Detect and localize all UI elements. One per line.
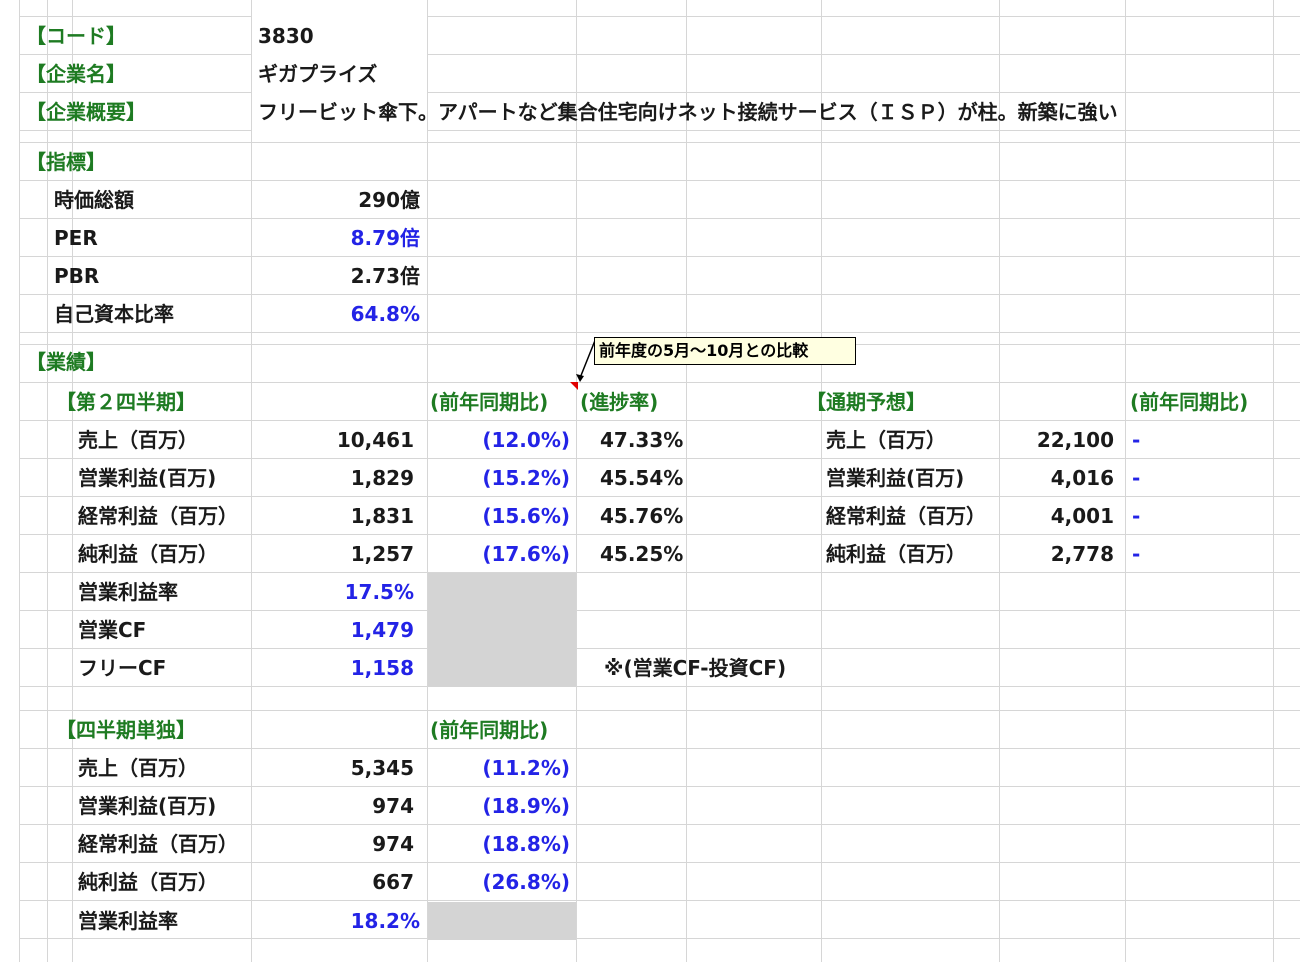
q2-extra-value[interactable]: 1,158 <box>252 649 414 687</box>
grid-row-line <box>19 218 1300 219</box>
forecast-row-label[interactable]: 経常利益（百万） <box>826 497 986 535</box>
indicators-title[interactable]: 【指標】 <box>26 143 106 181</box>
indicator-label[interactable]: PER <box>54 219 98 257</box>
q2-row-value[interactable]: 1,257 <box>252 535 414 573</box>
grid-column-line <box>1125 0 1126 962</box>
shaded-cell <box>428 902 576 940</box>
q2-row-value[interactable]: 1,829 <box>252 459 414 497</box>
forecast-row-yoy[interactable]: - <box>1132 497 1140 535</box>
q2-extra-label[interactable]: フリーCF <box>78 649 166 687</box>
grid-row-line <box>19 294 1300 295</box>
quarter-yoy-header[interactable]: (前年同期比) <box>430 711 548 749</box>
grid-row-line <box>19 938 1300 939</box>
indicator-label[interactable]: 自己資本比率 <box>54 295 174 333</box>
indicator-value[interactable]: 8.79倍 <box>252 219 420 257</box>
overview-label[interactable]: 【企業概要】 <box>26 93 146 131</box>
q2-extra-label[interactable]: 営業CF <box>78 611 146 649</box>
forecast-row-label[interactable]: 営業利益(百万) <box>826 459 964 497</box>
indicator-value[interactable]: 290億 <box>252 181 420 219</box>
q2-row-value[interactable]: 10,461 <box>252 421 414 459</box>
quarter-row-value[interactable]: 974 <box>252 787 414 825</box>
indicator-value[interactable]: 64.8% <box>252 295 420 333</box>
quarter-row-value[interactable]: 667 <box>252 863 414 901</box>
grid-row-line <box>19 332 1300 333</box>
shaded-cell <box>428 573 576 687</box>
q2-row-progress[interactable]: 45.76% <box>600 497 683 535</box>
forecast-row-value[interactable]: 2,778 <box>1000 535 1114 573</box>
q2-title[interactable]: 【第２四半期】 <box>56 383 196 421</box>
q2-extra-value[interactable]: 17.5% <box>252 573 414 611</box>
company-label[interactable]: 【企業名】 <box>26 55 126 93</box>
grid-row-line <box>19 748 1300 749</box>
grid-row-line <box>19 382 1300 383</box>
quarter-row-yoy[interactable]: (11.2%) <box>428 749 570 787</box>
q2-extra-value[interactable]: 1,479 <box>252 611 414 649</box>
grid-row-line <box>19 180 1300 181</box>
forecast-yoy-header[interactable]: (前年同期比) <box>1130 383 1248 421</box>
quarter-row-label[interactable]: 経常利益（百万） <box>78 825 238 863</box>
q2-row-value[interactable]: 1,831 <box>252 497 414 535</box>
forecast-row-value[interactable]: 4,016 <box>1000 459 1114 497</box>
q2-row-yoy[interactable]: (15.6%) <box>428 497 570 535</box>
forecast-title[interactable]: 【通期予想】 <box>806 383 926 421</box>
q2-row-yoy[interactable]: (17.6%) <box>428 535 570 573</box>
grid-row-line <box>427 54 1300 55</box>
quarter-row-value[interactable]: 5,345 <box>252 749 414 787</box>
code-value[interactable]: 3830 <box>258 17 314 55</box>
comment-indicator-icon <box>570 382 578 390</box>
grid-row-line <box>19 142 1300 143</box>
spreadsheet-grid[interactable]: 【コード】 3830 【企業名】 ギガプライズ 【企業概要】 フリービット傘下。… <box>0 0 1300 962</box>
quarter-title[interactable]: 【四半期単独】 <box>56 711 196 749</box>
quarter-row-yoy[interactable]: (18.8%) <box>428 825 570 863</box>
code-label[interactable]: 【コード】 <box>26 17 126 55</box>
grid-column-line <box>19 0 20 962</box>
q2-row-yoy[interactable]: (12.0%) <box>428 421 570 459</box>
grid-column-line <box>686 0 687 962</box>
q2-row-label[interactable]: 経常利益（百万） <box>78 497 238 535</box>
quarter-row-label[interactable]: 売上（百万） <box>78 749 198 787</box>
grid-column-line <box>576 0 577 962</box>
quarter-margin-value[interactable]: 18.2% <box>252 902 420 940</box>
forecast-row-label[interactable]: 純利益（百万） <box>826 535 966 573</box>
quarter-row-yoy[interactable]: (18.9%) <box>428 787 570 825</box>
forecast-row-yoy[interactable]: - <box>1132 421 1140 459</box>
q2-row-label[interactable]: 純利益（百万） <box>78 535 218 573</box>
cf-note[interactable]: ※(営業CF-投資CF) <box>604 649 786 687</box>
forecast-row-yoy[interactable]: - <box>1132 535 1140 573</box>
quarter-row-yoy[interactable]: (26.8%) <box>428 863 570 901</box>
quarter-row-label[interactable]: 営業利益(百万) <box>78 787 216 825</box>
q2-row-label[interactable]: 営業利益(百万) <box>78 459 216 497</box>
grid-row-line <box>19 256 1300 257</box>
forecast-row-yoy[interactable]: - <box>1132 459 1140 497</box>
q2-row-progress[interactable]: 47.33% <box>600 421 683 459</box>
forecast-row-value[interactable]: 4,001 <box>1000 497 1114 535</box>
q2-row-progress[interactable]: 45.54% <box>600 459 683 497</box>
quarter-margin-label[interactable]: 営業利益率 <box>78 902 178 940</box>
forecast-row-label[interactable]: 売上（百万） <box>826 421 946 459</box>
indicator-value[interactable]: 2.73倍 <box>252 257 420 295</box>
q2-extra-label[interactable]: 営業利益率 <box>78 573 178 611</box>
q2-row-progress[interactable]: 45.25% <box>600 535 683 573</box>
quarter-row-label[interactable]: 純利益（百万） <box>78 863 218 901</box>
grid-row-line <box>427 16 1300 17</box>
company-value[interactable]: ギガプライズ <box>258 55 377 93</box>
q2-yoy-header[interactable]: (前年同期比) <box>430 383 548 421</box>
indicator-label[interactable]: 時価総額 <box>54 181 134 219</box>
forecast-row-value[interactable]: 22,100 <box>1000 421 1114 459</box>
indicator-label[interactable]: PBR <box>54 257 99 295</box>
q2-row-yoy[interactable]: (15.2%) <box>428 459 570 497</box>
results-title[interactable]: 【業績】 <box>26 343 106 381</box>
grid-column-line <box>821 0 822 962</box>
grid-row-line <box>19 610 1300 611</box>
comment-box[interactable]: 前年度の5月～10月との比較 <box>594 337 856 365</box>
overview-value[interactable]: フリービット傘下。アパートなど集合住宅向けネット接続サービス（ＩＳＰ）が柱。新築… <box>258 93 1118 131</box>
q2-row-label[interactable]: 売上（百万） <box>78 421 198 459</box>
grid-column-line <box>1273 0 1274 962</box>
quarter-row-value[interactable]: 974 <box>252 825 414 863</box>
grid-row-line <box>19 710 1300 711</box>
